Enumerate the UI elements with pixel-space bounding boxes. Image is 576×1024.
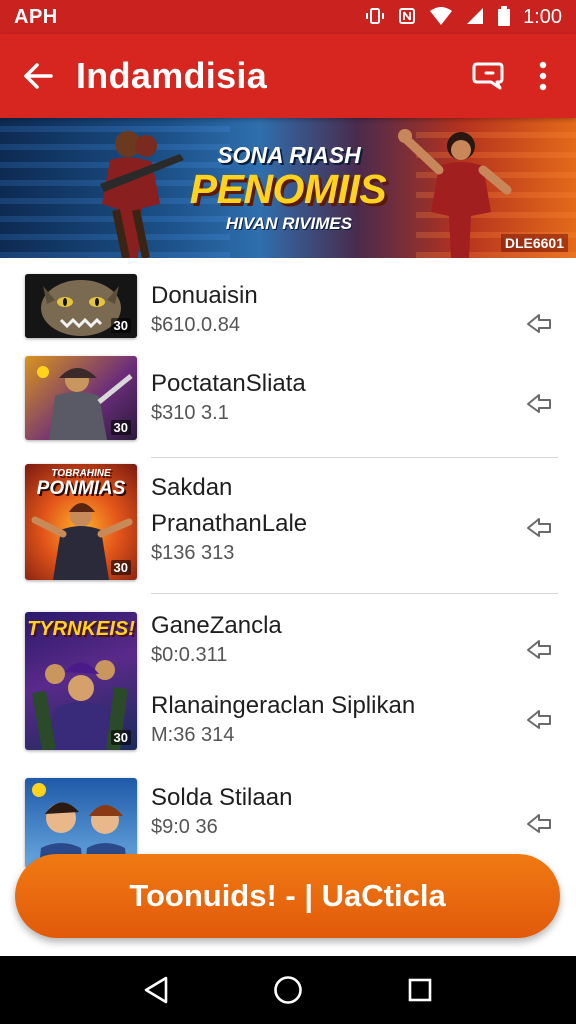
item-price: $0:0.311 bbox=[151, 644, 228, 666]
carrier-label: APH bbox=[14, 5, 58, 28]
banner-subtitle-bottom: HIVAN RIVIMES bbox=[225, 214, 353, 233]
item-title: Solda Stilaan bbox=[151, 784, 293, 811]
share-arrow-icon bbox=[527, 814, 551, 833]
item-badge: 30 bbox=[110, 730, 131, 745]
chat-button[interactable] bbox=[458, 34, 518, 118]
more-vert-icon bbox=[539, 61, 547, 91]
nfc-icon bbox=[397, 6, 417, 29]
recents-square-icon bbox=[408, 978, 432, 1002]
primary-cta-button[interactable]: Toonuids! - | UaCticla bbox=[15, 854, 560, 938]
banner-hero-right-image bbox=[398, 129, 512, 258]
item-title: GaneZancla bbox=[151, 612, 282, 639]
share-button[interactable] bbox=[522, 634, 556, 664]
home-circle-icon bbox=[274, 976, 302, 1004]
banner-hero-left-image bbox=[100, 131, 184, 258]
share-arrow-icon bbox=[527, 394, 551, 413]
list-divider bbox=[151, 593, 558, 594]
nav-back-button[interactable] bbox=[126, 960, 186, 1020]
item-price: $610.0.84 bbox=[151, 314, 240, 336]
status-bar: APH 1:00 bbox=[0, 0, 576, 34]
item-price: $310 3.1 bbox=[151, 402, 229, 424]
item-title: Donuaisin bbox=[151, 282, 258, 309]
banner-headline: PENOMIIS bbox=[189, 166, 387, 212]
clock: 1:00 bbox=[523, 5, 562, 28]
share-arrow-icon bbox=[527, 314, 551, 333]
item-title-secondary: Rlanaingeraclan Siplikan bbox=[151, 692, 416, 719]
item-price: $9:0 36 bbox=[151, 816, 218, 838]
nav-home-button[interactable] bbox=[258, 960, 318, 1020]
share-button[interactable] bbox=[522, 512, 556, 542]
banner-subtitle-top: SONA RIASH bbox=[217, 142, 361, 168]
thumb-logo-text: TYRNKEIS! bbox=[27, 618, 135, 640]
share-arrow-icon bbox=[527, 640, 551, 659]
banner-tag: DLE6601 bbox=[500, 234, 568, 252]
signal-icon bbox=[465, 6, 485, 29]
vibrate-icon bbox=[365, 6, 385, 29]
chat-icon bbox=[472, 62, 504, 90]
system-nav-bar bbox=[0, 956, 576, 1024]
item-subtitle: PranathanLale bbox=[151, 510, 308, 537]
back-arrow-icon bbox=[24, 63, 53, 89]
item-badge: 30 bbox=[110, 560, 131, 575]
share-button[interactable] bbox=[522, 808, 556, 838]
share-button[interactable] bbox=[522, 388, 556, 418]
item-thumbnail: TOBRAHINE PONMIAS 30 bbox=[25, 464, 137, 580]
thumb-logo-text: PONMIAS bbox=[36, 478, 126, 499]
share-arrow-icon bbox=[527, 710, 551, 729]
app-bar: Indamdisia bbox=[0, 34, 576, 118]
item-title: Sakdan bbox=[151, 474, 233, 501]
promo-banner[interactable]: SONA RIASH PENOMIIS HIVAN RIVIMES DLE660… bbox=[0, 118, 576, 258]
nav-recents-button[interactable] bbox=[390, 960, 450, 1020]
screen: APH 1:00 Indamdisia SONA RIASH PENOMIIS … bbox=[0, 0, 576, 1024]
battery-icon bbox=[497, 5, 511, 30]
item-title: PoctatanSliata bbox=[151, 370, 306, 397]
item-badge: 30 bbox=[110, 420, 131, 435]
wifi-icon bbox=[429, 6, 453, 29]
share-button[interactable] bbox=[522, 704, 556, 734]
item-badge: 30 bbox=[110, 318, 131, 333]
back-triangle-icon bbox=[144, 976, 168, 1004]
back-button[interactable] bbox=[0, 34, 76, 118]
page-title: Indamdisia bbox=[76, 55, 268, 96]
share-arrow-icon bbox=[527, 518, 551, 537]
item-price: $136 313 bbox=[151, 542, 235, 564]
list-divider bbox=[151, 457, 558, 458]
share-button[interactable] bbox=[522, 308, 556, 338]
status-icons: 1:00 bbox=[365, 5, 562, 30]
item-thumbnail: TYRNKEIS! 30 bbox=[25, 612, 137, 750]
more-options-button[interactable] bbox=[518, 34, 568, 118]
item-price-secondary: M:36 314 bbox=[151, 724, 235, 746]
item-thumbnail: 30 bbox=[25, 274, 137, 338]
item-thumbnail: 30 bbox=[25, 356, 137, 440]
